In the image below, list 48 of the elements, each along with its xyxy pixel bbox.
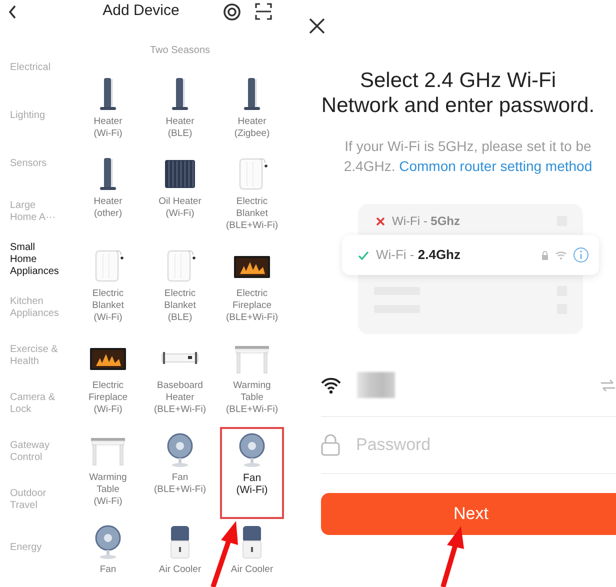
wifi-icon — [555, 250, 567, 260]
category-item[interactable]: Exercise & Health — [0, 332, 72, 380]
page-title: Add Device — [102, 1, 180, 22]
category-item[interactable]: Camera & Lock — [0, 380, 72, 428]
lock-icon — [541, 250, 549, 260]
network-name: Wi-Fi - 5Ghz — [392, 213, 461, 230]
wifi-icon — [321, 376, 341, 394]
device-tile[interactable]: Electric Fireplace (BLE+Wi-Fi) — [220, 243, 284, 335]
network-name: Wi-Fi - 2.4Ghz — [376, 246, 462, 264]
device-tile[interactable]: Fan (Wi-Fi) — [220, 427, 284, 519]
device-tile[interactable]: Electric Blanket (Wi-Fi) — [76, 243, 140, 335]
category-item[interactable]: Energy — [0, 524, 72, 572]
device-tile[interactable]: Air Cooler — [148, 519, 212, 587]
device-tile[interactable]: Heater (Wi-Fi) — [76, 71, 140, 151]
hint-text: If your Wi-Fi is 5GHz, please set it to be 2.4GHz. Common router setting method — [342, 137, 594, 176]
category-item[interactable]: Kitchen Appliances — [0, 284, 72, 332]
device-tile[interactable]: Electric Blanket (BLE+Wi-Fi) — [220, 151, 284, 243]
lock-icon — [321, 434, 340, 456]
category-item[interactable]: Outdoor Travel — [0, 476, 72, 524]
device-tile[interactable]: Fan (BLE+Wi-Fi) — [148, 427, 212, 519]
page-heading: Select 2.4 GHz Wi-Fi Network and enter password. — [320, 68, 596, 118]
device-tile[interactable]: Electric Blanket (BLE) — [148, 243, 212, 335]
device-tile[interactable]: Heater (BLE) — [148, 71, 212, 151]
device-tile[interactable]: Electric Fireplace (Wi-Fi) — [76, 335, 140, 427]
device-tile[interactable]: Fan — [76, 519, 140, 587]
device-tile[interactable]: Warming Table (Wi-Fi) — [76, 427, 140, 519]
category-item[interactable]: Gateway Control — [0, 428, 72, 476]
network-option[interactable]: Wi-Fi - 2.4Ghz — [342, 235, 599, 275]
back-icon[interactable] — [8, 4, 17, 20]
category-item[interactable]: Large Home A··· — [0, 188, 72, 236]
device-tile[interactable]: Air Cooler — [220, 519, 284, 587]
scan-icon[interactable] — [255, 3, 272, 20]
annotation-arrow — [440, 526, 464, 587]
next-button[interactable]: Next — [321, 493, 616, 535]
category-item[interactable]: Sensors — [0, 140, 72, 188]
device-tile[interactable]: Heater (other) — [76, 151, 140, 243]
category-item[interactable]: Electrical — [0, 44, 72, 92]
router-setting-link[interactable]: Common router setting method — [399, 158, 592, 174]
category-item[interactable]: Small Home Appliances — [0, 236, 72, 284]
password-field[interactable]: Password — [354, 431, 579, 459]
device-tile[interactable]: Baseboard Heater (BLE+Wi-Fi) — [148, 335, 212, 427]
device-tile[interactable]: Heater (Zigbee) — [220, 71, 284, 151]
device-tile[interactable]: Oil Heater (Wi-Fi) — [148, 151, 212, 243]
section-title: Two Seasons — [148, 45, 212, 57]
redacted-network-name — [357, 372, 395, 398]
close-icon[interactable] — [309, 18, 325, 34]
device-tile[interactable]: Warming Table (BLE+Wi-Fi) — [220, 335, 284, 427]
category-item[interactable]: Lighting — [0, 92, 72, 140]
